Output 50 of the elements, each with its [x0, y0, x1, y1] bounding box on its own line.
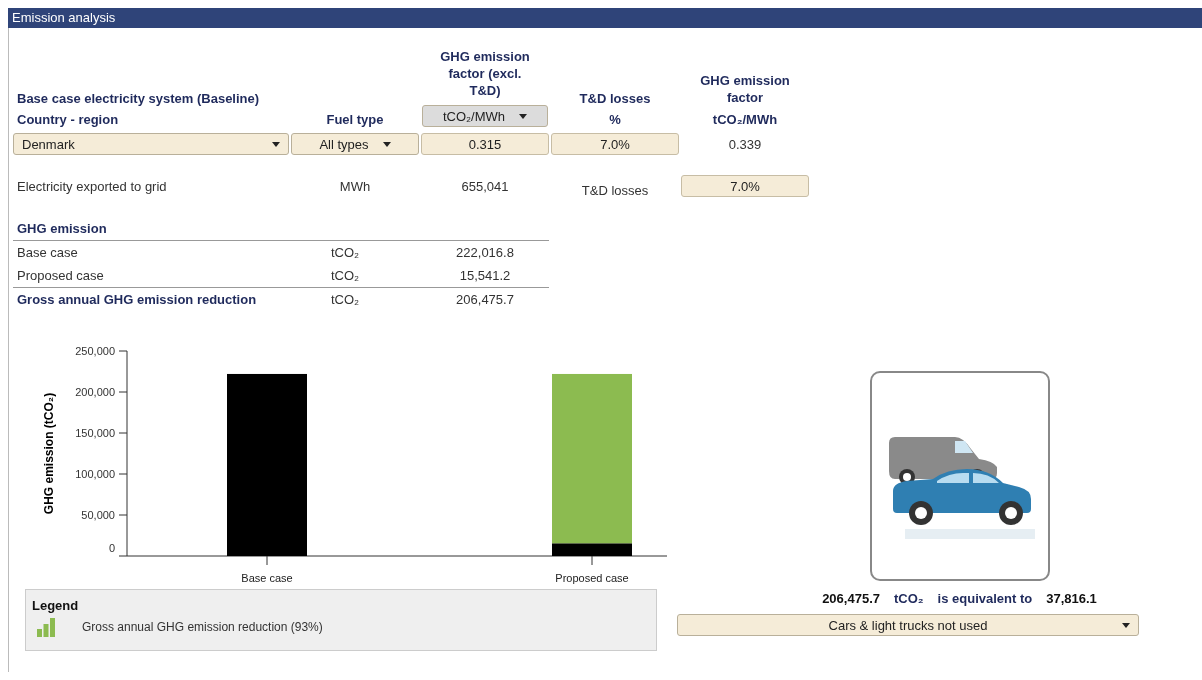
tick-label: 100,000: [75, 468, 115, 480]
tick-label: 50,000: [81, 509, 115, 521]
unit-text: tCO₂: [331, 268, 361, 283]
column-header: GHG emission factor: [699, 72, 791, 106]
window-title: Emission analysis: [8, 8, 1202, 28]
unit-dropdown[interactable]: tCO₂/MWh: [422, 105, 548, 127]
caret-icon: [382, 141, 391, 147]
fuel-type-dropdown[interactable]: All types: [291, 133, 419, 155]
input-field[interactable]: 7.0%: [681, 175, 809, 197]
caret-icon: [519, 113, 528, 119]
caret-icon: [272, 141, 280, 147]
row-label: Base case: [16, 245, 79, 260]
unit-text: tCO₂: [331, 292, 361, 307]
tick-label: 0: [108, 542, 115, 554]
tick-label: 200,000: [75, 386, 115, 398]
column-header: tCO₂/MWh: [712, 112, 778, 127]
legend-label: Gross annual GHG emission reduction (93%): [82, 620, 323, 634]
amount-text: 206,475.7: [822, 591, 880, 606]
value-text: 655,041: [461, 178, 509, 194]
category-label: Proposed case: [555, 572, 629, 584]
value-text: 0.339: [728, 136, 762, 152]
caret-icon: [1122, 623, 1130, 628]
column-header: Fuel type: [326, 112, 384, 127]
section-heading: GHG emission: [13, 221, 549, 241]
input-field[interactable]: 7.0%: [551, 133, 679, 155]
row-label: Electricity exported to grid: [17, 178, 167, 194]
column-header: Country - region: [17, 112, 120, 127]
legend-title: Legend: [32, 598, 80, 613]
equivalence-dropdown[interactable]: Cars & light trucks not used: [677, 614, 1139, 636]
unit-text: tCO₂: [331, 245, 361, 260]
tick-label: 150,000: [75, 427, 115, 439]
column-header: GHG emission factor (excl. T&D): [439, 48, 531, 99]
row-label: Gross annual GHG emission reduction: [16, 292, 258, 307]
tick-label: 250,000: [75, 345, 115, 357]
result-text: 37,816.1: [1046, 591, 1097, 606]
axis-title: GHG emission (tCO₂): [42, 392, 56, 515]
value-text: 15,541.2: [458, 268, 512, 283]
unit-text: tCO₂: [894, 591, 924, 606]
column-header: %: [609, 112, 621, 127]
value-text: 222,016.8: [455, 245, 515, 260]
row-label: T&D losses: [581, 182, 649, 198]
section-heading: Base case electricity system (Baseline): [17, 91, 261, 106]
value-text: 206,475.7: [455, 292, 515, 307]
row-label: Proposed case: [16, 268, 105, 283]
category-label: Base case: [241, 572, 293, 584]
input-field[interactable]: 0.315: [421, 133, 549, 155]
country-dropdown[interactable]: Denmark: [13, 133, 289, 155]
unit-text: MWh: [339, 178, 371, 194]
column-header: T&D losses: [579, 91, 651, 106]
equivalence-text: is equivalent to: [937, 591, 1033, 606]
